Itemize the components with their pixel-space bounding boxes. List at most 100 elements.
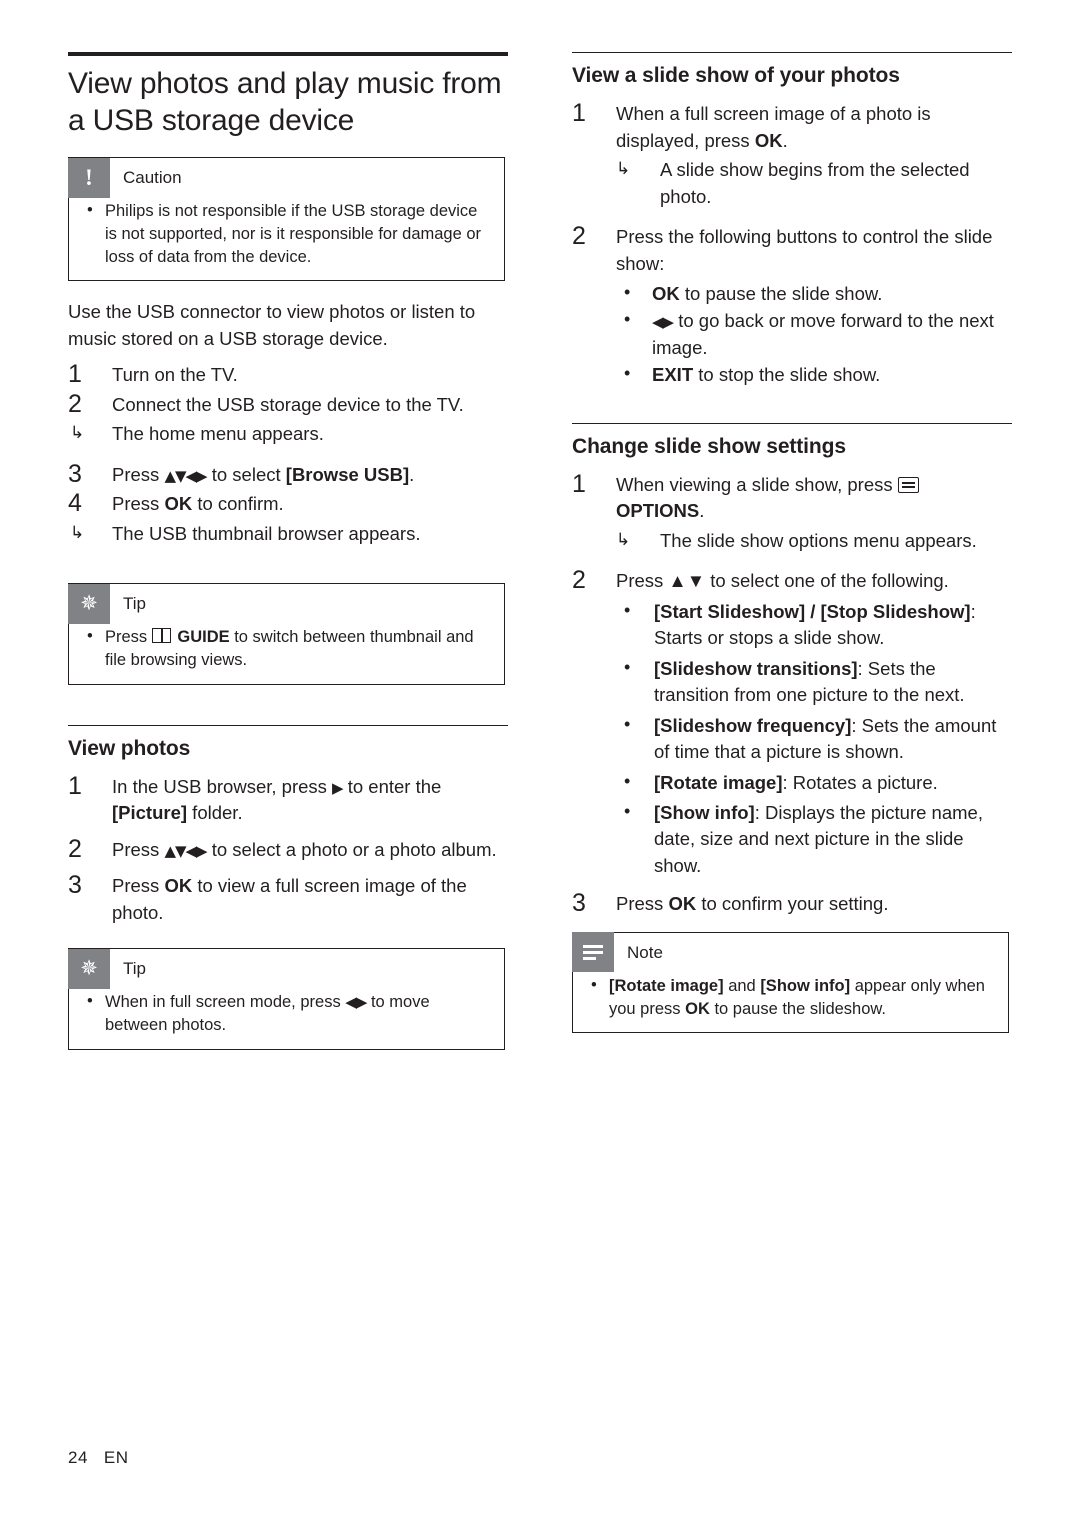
step-number: 2 — [68, 834, 82, 863]
caution-header: ! Caution — [68, 157, 504, 198]
arrow-icon: ↳ — [616, 159, 631, 179]
step-number: 3 — [572, 889, 586, 918]
step-text: Press ▲▼◀▶ to select a photo or a photo … — [112, 838, 497, 860]
step-number: 4 — [68, 489, 82, 518]
view-photos-title: View photos — [68, 736, 191, 760]
bullet-glyph: • — [624, 770, 631, 791]
bullet-text: OK to pause the slide show. — [652, 282, 883, 304]
manual-page: View photos and play music from a USB st… — [0, 0, 1080, 1526]
step-text: Turn on the TV. — [112, 364, 238, 386]
bullet-glyph: • — [624, 713, 631, 734]
tip-body: • When in full screen mode, press ◀▶ to … — [69, 989, 504, 1049]
tip-bullet-text: Press GUIDE to switch between thumbnail … — [105, 628, 474, 669]
list-item: 1 In the USB browser, press ▶ to enter t… — [68, 772, 508, 827]
note-bullet-text: [Rotate image] and [Show info] appear on… — [609, 976, 985, 1018]
step-number: 2 — [572, 566, 586, 595]
step-text: Press OK to confirm. — [112, 493, 284, 515]
slideshow-steps: 1 When a full screen image of a photo is… — [572, 99, 1012, 389]
step-number: 1 — [572, 99, 586, 128]
usb-intro-text: Use the USB connector to view photos or … — [68, 301, 476, 349]
list-item: • OK to pause the slide show. — [616, 281, 1012, 307]
usb-steps-list: 1 Turn on the TV. 2 Connect the USB stor… — [68, 360, 508, 547]
step-result: ↳ The slide show options menu appears. — [572, 528, 1012, 554]
bullet-text: [Slideshow frequency]: Sets the amount o… — [654, 714, 997, 763]
tip-bullet: • Press GUIDE to switch between thumbnai… — [83, 626, 490, 672]
bullet-text: [Rotate image]: Rotates a picture. — [654, 771, 938, 793]
slideshow-rule — [572, 52, 1012, 53]
bullet-text: EXIT to stop the slide show. — [652, 364, 881, 386]
tip-header: ✵ Tip — [68, 948, 504, 989]
step-result: ↳ The USB thumbnail browser appears. — [68, 521, 508, 547]
tip-callout-1: ✵ Tip • Press GUIDE to switch between th… — [68, 583, 505, 685]
arrow-icon: ↳ — [70, 423, 85, 443]
right-column: View a slide show of your photos 1 When … — [572, 52, 1012, 1051]
list-item: 3 Press OK to confirm your setting. — [572, 889, 1012, 917]
list-item: 3 Press OK to view a full screen image o… — [68, 871, 508, 926]
list-item: • ◀▶ to go back or move forward to the n… — [616, 308, 1012, 361]
list-item: • [Start Slideshow] / [Stop Slideshow]: … — [616, 599, 1012, 652]
step-result-text: The USB thumbnail browser appears. — [112, 522, 421, 544]
step-text: Press OK to confirm your setting. — [616, 893, 889, 915]
bullet-glyph: • — [591, 975, 597, 994]
caution-body: • Philips is not responsible if the USB … — [69, 198, 504, 280]
list-item: 3 Press ▲▼◀▶ to select [Browse USB]. — [68, 460, 508, 488]
list-item: 2 Connect the USB storage device to the … — [68, 390, 508, 418]
lines-icon — [572, 932, 614, 973]
step-text: Press the following buttons to control t… — [616, 226, 993, 274]
step-text: When a full screen image of a photo is d… — [616, 103, 931, 151]
bullet-glyph: • — [624, 801, 631, 822]
note-header: Note — [572, 932, 1008, 973]
settings-rule — [572, 422, 1012, 424]
list-item: • [Slideshow transitions]: Sets the tran… — [616, 656, 1012, 709]
options-icon — [897, 477, 919, 494]
bullet-glyph: • — [624, 281, 631, 302]
bullet-glyph: • — [624, 656, 631, 677]
arrow-icon: ↳ — [70, 522, 85, 542]
bullet-text: ◀▶ to go back or move forward to the nex… — [652, 310, 994, 358]
step-text: Connect the USB storage device to the TV… — [112, 393, 464, 415]
settings-title: Change slide show settings — [572, 434, 846, 458]
bullet-text: [Show info]: Displays the picture name, … — [654, 802, 983, 876]
star-icon: ✵ — [68, 583, 110, 624]
step-number: 3 — [68, 871, 82, 900]
page-number: 24 — [68, 1448, 88, 1467]
caution-label: Caution — [123, 168, 182, 188]
list-item: 1 When a full screen image of a photo is… — [572, 99, 1012, 154]
page-locale: EN — [103, 1448, 129, 1467]
bullet-glyph: • — [87, 201, 93, 220]
page-title: View photos and play music from a USB st… — [68, 67, 502, 137]
arrow-icon: ↳ — [616, 529, 631, 549]
caution-bullet-text: Philips is not responsible if the USB st… — [105, 202, 482, 266]
bullet-text: [Start Slideshow] / [Stop Slideshow]: St… — [654, 600, 976, 649]
guide-icon — [151, 628, 171, 644]
list-item: 4 Press OK to confirm. — [68, 489, 508, 517]
star-icon: ✵ — [68, 948, 110, 989]
step-number: 1 — [68, 771, 82, 800]
bullet-glyph: • — [624, 599, 631, 620]
list-item: • [Show info]: Displays the picture name… — [616, 800, 1012, 879]
list-item: • EXIT to stop the slide show. — [616, 362, 1012, 388]
tip-label: Tip — [123, 959, 146, 979]
step-number: 2 — [68, 389, 82, 418]
bullet-glyph: • — [87, 627, 93, 646]
list-item: 2 Press ▲▼◀▶ to select a photo or a phot… — [68, 835, 508, 863]
step-text: When viewing a slide show, press OPTIONS… — [616, 474, 924, 521]
view-photos-rule — [68, 724, 508, 726]
bullet-glyph: • — [87, 992, 93, 1011]
settings-option-bullets: • [Start Slideshow] / [Stop Slideshow]: … — [616, 599, 1012, 880]
bullet-glyph: • — [624, 309, 631, 330]
tip-callout-2: ✵ Tip • When in full screen mode, press … — [68, 948, 505, 1050]
step-number: 2 — [572, 222, 586, 251]
slideshow-control-bullets: • OK to pause the slide show. • ◀▶ to go… — [616, 281, 1012, 389]
caution-bullet: • Philips is not responsible if the USB … — [83, 200, 490, 268]
list-item: 2 Press the following buttons to control… — [572, 222, 1012, 277]
note-callout: Note • [Rotate image] and [Show info] ap… — [572, 931, 1009, 1034]
step-text: In the USB browser, press ▶ to enter the… — [112, 775, 442, 824]
step-result: ↳ A slide show begins from the selected … — [572, 157, 1012, 210]
note-label: Note — [627, 942, 663, 962]
view-photos-steps: 1 In the USB browser, press ▶ to enter t… — [68, 772, 508, 926]
note-lines — [583, 944, 603, 960]
title-rule — [68, 52, 508, 56]
page-footer: 24 EN — [68, 1448, 129, 1468]
tip-body: • Press GUIDE to switch between thumbnai… — [69, 624, 504, 684]
